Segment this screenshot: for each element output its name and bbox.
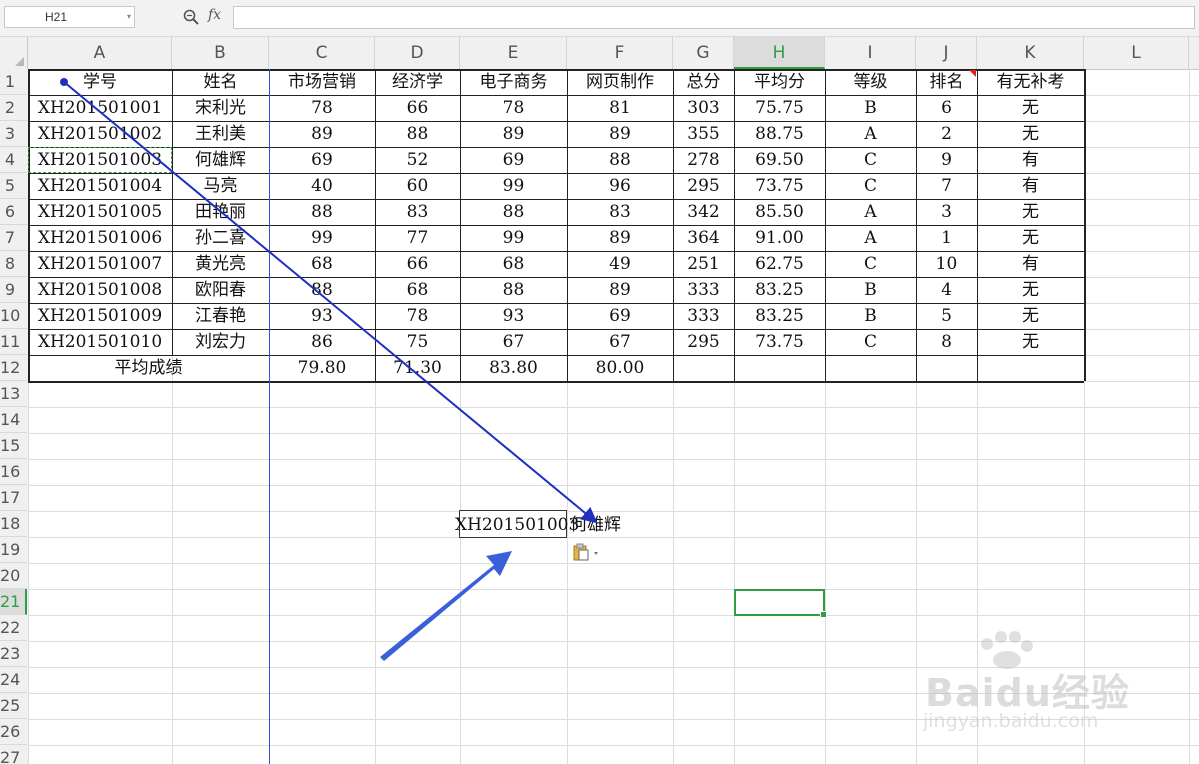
baidu-watermark: Baidu经验 jingyan.baidu.com	[915, 630, 1145, 740]
big-pointer-arrow	[380, 551, 512, 661]
watermark-sub: jingyan.baidu.com	[923, 710, 1099, 732]
watermark-main: Baidu经验	[925, 671, 1130, 715]
drag-arrow	[63, 81, 598, 524]
paste-options-icon[interactable]	[573, 543, 601, 561]
